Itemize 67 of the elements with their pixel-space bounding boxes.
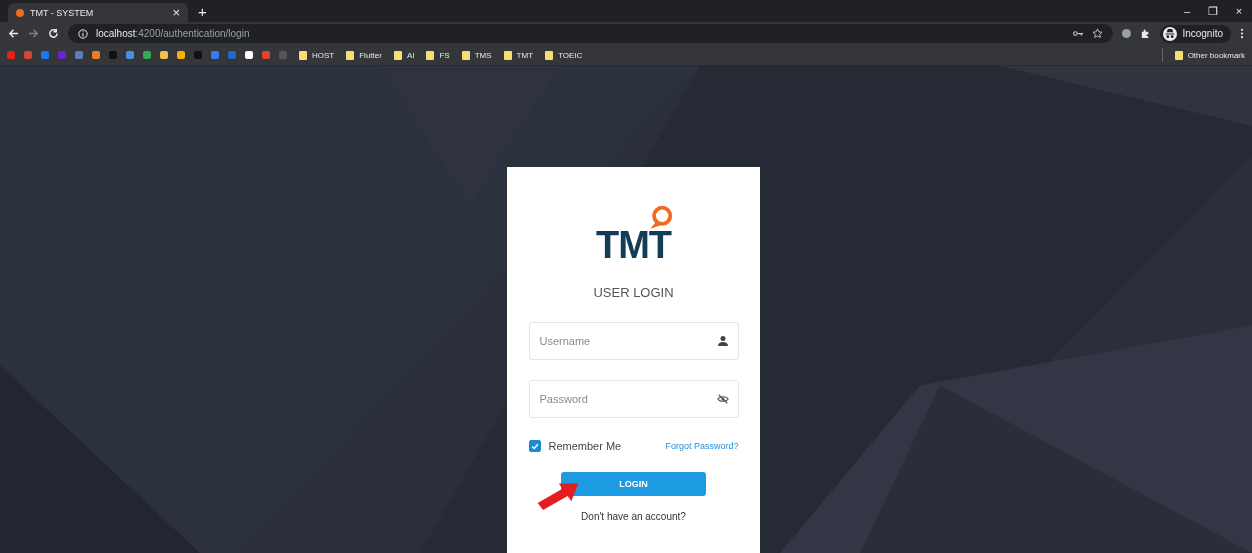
tab-title: TMT - SYSTEM xyxy=(30,7,95,18)
tab-favicon-icon xyxy=(16,8,24,17)
bookmark-favicon-icon[interactable] xyxy=(160,51,168,59)
bookmark-favicon-icon[interactable] xyxy=(24,51,32,59)
bookmark-folder[interactable]: TMT xyxy=(500,50,534,60)
forward-arrow-icon[interactable] xyxy=(28,28,39,39)
menu-icon[interactable] xyxy=(1240,28,1244,39)
bookmark-folder[interactable]: TOEIC xyxy=(542,50,583,60)
folder-icon xyxy=(426,50,435,60)
username-field[interactable]: Username xyxy=(528,322,739,360)
bookmark-label: TOEIC xyxy=(558,50,583,60)
tab-close-button[interactable]: × xyxy=(172,5,180,20)
restore-button[interactable]: ❐ xyxy=(1200,4,1226,18)
bookmark-favicon-icon[interactable] xyxy=(262,51,270,59)
bookmark-folder[interactable]: FS xyxy=(423,50,450,60)
minimize-button[interactable]: – xyxy=(1174,5,1200,17)
incognito-chip[interactable]: Incognito xyxy=(1160,24,1231,43)
bookmark-favicon-icon[interactable] xyxy=(211,51,219,59)
info-icon xyxy=(78,28,88,39)
bookmark-favicon-icon[interactable] xyxy=(245,51,253,59)
new-tab-button[interactable]: + xyxy=(198,3,207,20)
bookmark-folder[interactable]: AI xyxy=(390,50,415,60)
address-bar[interactable]: localhost:4200/authentication/login xyxy=(68,24,1114,43)
bookmark-label: HOST xyxy=(312,50,335,60)
url-text: localhost:4200/authentication/login xyxy=(96,28,250,39)
bookmark-label: Flutter xyxy=(359,50,382,60)
bookmark-folder[interactable]: HOST xyxy=(296,50,335,60)
folder-icon xyxy=(461,50,470,60)
bookmark-label: AI xyxy=(406,50,415,60)
folder-icon xyxy=(1174,50,1183,60)
bookmark-favicon-icon[interactable] xyxy=(126,51,134,59)
back-arrow-icon[interactable] xyxy=(8,28,19,39)
bookmark-favicon-icon[interactable] xyxy=(41,51,49,59)
folder-icon xyxy=(346,50,355,60)
bookmark-favicon-icon[interactable] xyxy=(228,51,236,59)
bookmark-favicon-icon[interactable] xyxy=(177,51,185,59)
bookmark-label: TMT xyxy=(516,50,534,60)
password-field[interactable]: Password xyxy=(528,380,739,418)
bookmark-favicon-icon[interactable] xyxy=(143,51,151,59)
folder-icon xyxy=(393,50,402,60)
user-icon xyxy=(716,335,729,347)
reload-icon[interactable] xyxy=(48,28,59,39)
folder-icon xyxy=(545,50,554,60)
folder-icon xyxy=(503,50,512,60)
eye-slash-icon[interactable] xyxy=(716,393,729,405)
star-icon[interactable] xyxy=(1092,28,1104,39)
bookmark-label: FS xyxy=(439,50,450,60)
forgot-password-link[interactable]: Forgot Password? xyxy=(665,441,739,451)
signup-prompt: Don't have an account? xyxy=(581,511,686,522)
bookmark-folder[interactable]: TMS xyxy=(458,50,492,60)
bookmark-favicon-icon[interactable] xyxy=(92,51,100,59)
close-window-button[interactable]: × xyxy=(1226,5,1252,17)
incognito-icon xyxy=(1163,26,1178,41)
browser-tab[interactable]: TMT - SYSTEM × xyxy=(8,3,188,22)
key-icon[interactable] xyxy=(1073,28,1085,39)
bookmark-label: TMS xyxy=(474,50,492,60)
bookmark-label: Other bookmark xyxy=(1187,50,1245,60)
bookmark-favicon-icon[interactable] xyxy=(7,51,15,59)
remember-checkbox[interactable] xyxy=(528,440,541,452)
login-heading: USER LOGIN xyxy=(593,285,674,300)
bookmark-favicon-icon[interactable] xyxy=(75,51,83,59)
remember-label: Remember Me xyxy=(548,440,622,452)
folder-icon xyxy=(299,50,307,60)
bookmark-folder[interactable]: Flutter xyxy=(343,50,382,60)
other-bookmarks[interactable]: Other bookmark xyxy=(1171,50,1245,60)
incognito-label: Incognito xyxy=(1182,28,1223,39)
logo: TMT xyxy=(592,205,675,263)
